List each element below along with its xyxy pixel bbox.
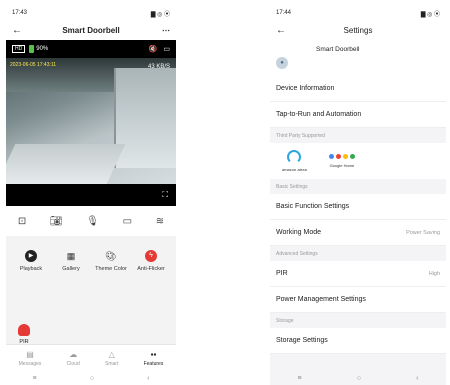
smart-icon: △ xyxy=(108,349,115,359)
hd-toggle-button[interactable]: HD xyxy=(12,45,26,53)
alexa-integration[interactable]: amazon alexa xyxy=(282,150,307,172)
mute-icon[interactable]: 🔇 xyxy=(149,45,158,53)
palette-icon: 🎨︎ xyxy=(105,251,117,261)
settings-row-working-mode[interactable]: Working Mode Power Saving xyxy=(270,220,446,246)
cloud-icon: ☁ xyxy=(69,349,78,359)
microphone-icon[interactable]: 🎙︎ xyxy=(86,216,99,227)
camera-bottom-bar: ⛶ xyxy=(6,184,176,206)
settings-row-pir[interactable]: PIR High xyxy=(270,261,446,287)
device-name: Smart Doorbell xyxy=(316,46,360,53)
fullscreen-icon[interactable]: ⛶ xyxy=(162,190,168,200)
section-basic-settings: Basic Settings xyxy=(276,183,308,190)
more-options-icon[interactable]: ⋯ xyxy=(156,26,170,35)
battery-icon xyxy=(29,45,35,53)
system-nav-bar: ≡ ○ ‹ xyxy=(270,371,446,385)
status-time: 17:43 xyxy=(12,10,28,16)
settings-row-basic-function[interactable]: Basic Function Settings xyxy=(270,194,446,220)
section-advanced-settings: Advanced Settings xyxy=(276,250,318,257)
menu-nav-icon[interactable]: ≡ xyxy=(298,375,302,382)
flash-icon: ϟ xyxy=(145,250,157,262)
doorbell-device-icon: ● xyxy=(276,57,288,69)
back-nav-icon[interactable]: ‹ xyxy=(147,375,149,382)
record-video-icon[interactable]: ▭ xyxy=(123,216,132,227)
section-storage: Storage xyxy=(276,317,294,324)
tab-messages[interactable]: ▤ Messages xyxy=(19,350,42,367)
back-nav-icon[interactable]: ‹ xyxy=(416,375,418,382)
status-icons: ▇ ◎ ⦿ xyxy=(420,11,440,18)
working-mode-value: Power Saving xyxy=(406,229,440,236)
bottom-tab-bar: ▤ Messages ☁ Cloud △ Smart ▪▪ Features xyxy=(6,344,176,371)
status-time: 17:44 xyxy=(276,10,292,16)
battery-level: 90% xyxy=(36,46,49,52)
google-home-integration[interactable]: Google Home xyxy=(328,154,355,168)
camera-controls: ⊡ 📷︎ 🎙︎ ▭ ≋ xyxy=(6,206,176,236)
screenshot-icon[interactable]: ⊡ xyxy=(18,216,26,227)
camera-toolbar: HD 90% 🔇 ▭ xyxy=(6,40,176,58)
settings-screen: 17:44 ▇ ◎ ⦿ ← Settings ● Smart Doorbell … xyxy=(270,6,446,385)
page-title: Smart Doorbell xyxy=(62,25,120,35)
system-nav-bar: ≡ ○ ‹ xyxy=(6,371,176,385)
tab-cloud[interactable]: ☁ Cloud xyxy=(67,350,80,367)
page-title: Settings xyxy=(343,25,373,35)
tab-features[interactable]: ▪▪ Features xyxy=(144,350,164,367)
menu-nav-icon[interactable]: ≡ xyxy=(33,375,37,382)
bitrate-label: 43 KB/S xyxy=(147,64,170,70)
back-arrow-icon[interactable]: ← xyxy=(12,25,26,36)
expand-chevron-icon[interactable]: ≋ xyxy=(156,216,164,227)
live-video-feed[interactable]: 2023-06-05 17:43:11 43 KB/S xyxy=(6,58,176,184)
settings-row-power-management[interactable]: Power Management Settings xyxy=(270,287,446,313)
pir-icon xyxy=(18,324,30,336)
feature-playback[interactable]: ▶ Playback xyxy=(12,250,50,272)
feature-gallery[interactable]: ▦ Gallery xyxy=(52,250,90,272)
video-timestamp: 2023-06-05 17:43:11 xyxy=(10,62,57,68)
settings-row-device-information[interactable]: Device Information xyxy=(270,76,446,102)
settings-row-tap-to-run[interactable]: Tap-to-Run and Automation xyxy=(270,102,446,128)
gallery-icon: ▦ xyxy=(66,251,76,261)
home-nav-icon[interactable]: ○ xyxy=(357,375,361,382)
settings-row-storage[interactable]: Storage Settings xyxy=(270,328,446,354)
messages-icon: ▤ xyxy=(26,349,34,359)
section-third-party: Third Party Supported xyxy=(276,132,325,139)
feature-anti-flicker[interactable]: ϟ Anti-Flicker xyxy=(132,250,170,272)
alexa-icon xyxy=(287,150,302,164)
play-icon: ▶ xyxy=(25,250,37,262)
third-party-list: amazon alexa Google Home xyxy=(270,143,446,179)
feature-pir[interactable]: PIR xyxy=(18,324,30,345)
tab-smart[interactable]: △ Smart xyxy=(105,350,118,367)
app-bar: ← Settings xyxy=(270,20,446,40)
home-nav-icon[interactable]: ○ xyxy=(90,375,94,382)
status-bar: 17:44 ▇ ◎ ⦿ xyxy=(270,6,446,20)
app-bar: ← Smart Doorbell ⋯ xyxy=(6,20,176,40)
screen-mode-icon[interactable]: ▭ xyxy=(163,45,170,53)
status-bar: 17:43 ▇ ◎ ⦿ xyxy=(6,6,176,20)
camera-icon[interactable]: 📷︎ xyxy=(50,216,63,227)
doorbell-screen: 17:43 ▇ ◎ ⦿ ← Smart Doorbell ⋯ HD 90% 🔇 … xyxy=(6,6,176,385)
pir-value: High xyxy=(428,270,440,277)
status-icons: ▇ ◎ ⦿ xyxy=(150,11,170,18)
back-arrow-icon[interactable]: ← xyxy=(276,25,290,36)
google-assistant-icon xyxy=(328,154,355,159)
features-panel: ▶ Playback ▦ Gallery 🎨︎ Theme Color ϟ An… xyxy=(6,236,176,354)
device-header[interactable]: ● Smart Doorbell xyxy=(270,40,446,76)
feature-theme-color[interactable]: 🎨︎ Theme Color xyxy=(92,250,130,272)
features-icon: ▪▪ xyxy=(150,349,157,359)
